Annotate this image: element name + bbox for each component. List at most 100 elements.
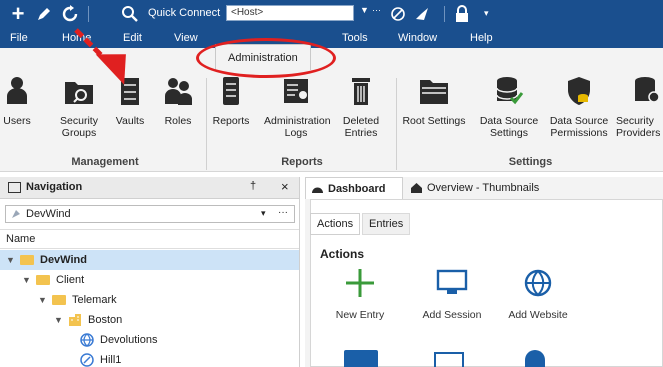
quick-connect-label: Quick Connect [148, 7, 221, 19]
host-input[interactable]: <Host> [226, 5, 354, 21]
administration-logs-label: Administration Logs [264, 115, 331, 139]
folder-icon[interactable] [344, 350, 378, 367]
data-source-permissions-button[interactable]: Data Source Permissions [548, 74, 610, 139]
actions-section-title: Actions [320, 247, 365, 261]
edit-pencil-icon[interactable] [34, 5, 54, 23]
administration-logs-button[interactable]: Administration Logs [264, 74, 331, 139]
reports-label: Reports [212, 115, 250, 127]
logs-icon [284, 79, 308, 103]
tree-label: Boston [88, 314, 123, 326]
tree-item-devolutions[interactable]: Devolutions [0, 330, 299, 350]
database-check-icon [496, 77, 524, 105]
menu-window[interactable]: Window [398, 29, 437, 47]
tree-item-devwind[interactable]: ▼ DevWind [0, 250, 299, 270]
root-settings-label: Root Settings [402, 115, 466, 127]
new-entry-button[interactable]: New Entry [320, 266, 400, 321]
users-label: Users [3, 115, 31, 127]
tree-label: Telemark [72, 294, 117, 306]
datasource-select[interactable]: DevWind ▾ ··· [5, 205, 295, 223]
datasource-value: DevWind [26, 208, 71, 220]
tab-overview-thumbnails[interactable]: Overview - Thumbnails [405, 177, 555, 199]
tree-label: Hill1 [100, 354, 122, 366]
lock-icon[interactable] [452, 5, 472, 23]
connect-go-icon[interactable] [412, 5, 432, 23]
data-source-settings-button[interactable]: Data Source Settings [478, 74, 540, 139]
more-icon[interactable]: ··· [372, 5, 381, 15]
tree-item-boston[interactable]: ▼ Boston [0, 310, 299, 330]
tree-label: Devolutions [100, 334, 158, 346]
tab-label: Dashboard [328, 183, 386, 195]
users-button[interactable]: Users [0, 74, 48, 127]
dashboard-gauge-icon [312, 187, 323, 193]
group-label-management: Management [71, 156, 139, 168]
menu-administration[interactable]: Administration [215, 44, 311, 70]
session-icon [80, 353, 94, 367]
security-providers-button[interactable]: Security Providers [616, 74, 663, 139]
tab-label: Overview - Thumbnails [427, 182, 540, 194]
toolbar-separator [444, 6, 445, 22]
user-icon [7, 77, 27, 104]
navigation-title: Navigation [26, 181, 83, 193]
chevron-down-icon[interactable]: ▼ [54, 310, 63, 330]
name-column-header[interactable]: Name [0, 229, 299, 249]
add-website-label: Add Website [508, 309, 568, 321]
group-label-settings: Settings [508, 156, 553, 168]
chevron-down-icon[interactable]: ▾ [484, 8, 489, 19]
globe-icon [524, 269, 552, 297]
deleted-entries-label: Deleted Entries [342, 115, 380, 139]
tree-item-hill1[interactable]: Hill1 [0, 350, 299, 367]
group-separator [396, 78, 397, 170]
tree-item-telemark[interactable]: ▼ Telemark [0, 290, 299, 310]
security-providers-label: Security Providers [616, 115, 661, 139]
red-arrow-icon [74, 28, 126, 85]
home-icon [411, 183, 422, 193]
pin-icon[interactable]: † [250, 180, 256, 192]
menu-view[interactable]: View [174, 29, 198, 47]
chevron-down-icon[interactable]: ▼ [22, 270, 31, 290]
monitor-icon [436, 269, 468, 294]
data-source-permissions-label: Data Source Permissions [549, 115, 609, 139]
menu-help[interactable]: Help [470, 29, 493, 47]
data-source-settings-label: Data Source Settings [479, 115, 539, 139]
folder-icon [36, 275, 50, 285]
refresh-icon[interactable] [60, 5, 80, 23]
chevron-down-icon[interactable]: ▾ [261, 208, 266, 219]
datasource-icon [12, 210, 20, 218]
close-icon[interactable]: × [281, 179, 289, 194]
user-icon[interactable] [525, 350, 545, 367]
navigation-pane: Navigation † × DevWind ▾ ··· Name ▼ DevW… [0, 177, 300, 367]
trash-icon [352, 78, 370, 105]
deleted-entries-button[interactable]: Deleted Entries [330, 74, 392, 139]
subtab-entries[interactable]: Entries [362, 213, 411, 235]
group-label-reports: Reports [281, 156, 323, 168]
more-icon[interactable]: ··· [278, 207, 288, 218]
navigation-header: Navigation † × [0, 177, 299, 199]
add-session-label: Add Session [422, 309, 482, 321]
add-website-button[interactable]: Add Website [498, 266, 578, 321]
navigation-window-icon [8, 182, 21, 193]
root-settings-button[interactable]: Root Settings [400, 74, 468, 127]
new-icon[interactable]: + [8, 3, 28, 25]
tab-dashboard[interactable]: Dashboard [305, 177, 403, 199]
tree-item-client[interactable]: ▼ Client [0, 270, 299, 290]
chevron-down-icon[interactable]: ▼ [6, 250, 15, 270]
new-entry-label: New Entry [335, 309, 385, 321]
security-provider-icon [635, 77, 660, 103]
subtab-actions[interactable]: Actions [310, 213, 361, 235]
search-icon[interactable] [120, 5, 140, 23]
add-session-button[interactable]: Add Session [412, 266, 492, 321]
tree-label: DevWind [40, 254, 87, 266]
tree-label: Client [56, 274, 85, 286]
building-icon [69, 314, 81, 326]
chevron-down-icon[interactable]: ▼ [360, 5, 369, 15]
plus-icon [346, 269, 374, 297]
folder-icon [52, 295, 66, 305]
contact-card-icon[interactable] [434, 352, 464, 367]
reports-button[interactable]: Reports [200, 74, 262, 127]
chevron-down-icon[interactable]: ▼ [38, 290, 47, 310]
menu-file[interactable]: File [10, 29, 28, 47]
shield-database-icon [568, 77, 590, 105]
roles-people-icon [165, 78, 192, 105]
connect-type-icon[interactable] [388, 5, 408, 23]
menu-tools[interactable]: Tools [342, 29, 368, 47]
